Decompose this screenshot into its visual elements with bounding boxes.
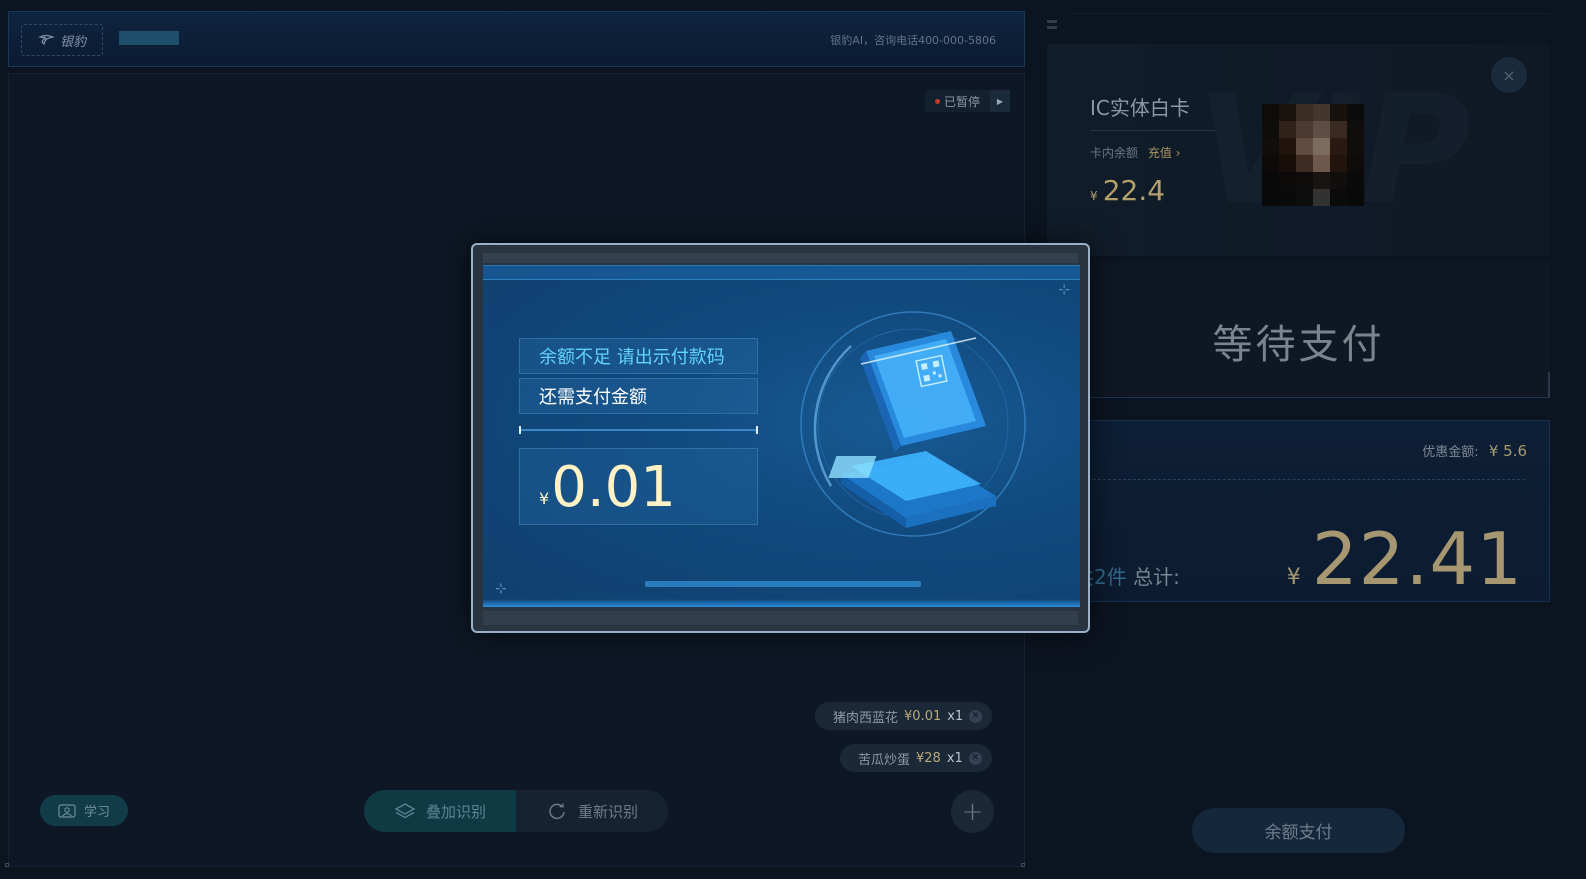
scrollbar[interactable] bbox=[1548, 372, 1550, 398]
corner-mark-icon: ⊹ bbox=[1058, 282, 1070, 298]
close-card-button[interactable]: × bbox=[1491, 57, 1527, 93]
learn-icon bbox=[58, 803, 76, 818]
amount-due-value: 0.01 bbox=[551, 455, 676, 520]
leopard-logo-icon bbox=[38, 34, 55, 46]
scan-payment-code-icon bbox=[800, 311, 1026, 537]
plus-icon: + bbox=[961, 796, 984, 827]
currency-symbol: ¥ bbox=[539, 489, 550, 508]
dashed-divider bbox=[1088, 479, 1525, 480]
dialog-screen: ⊹ ⊹ 余额不足 请出示付款码 还需支付金额 ¥ 0.01 bbox=[483, 265, 1080, 607]
divider bbox=[1090, 130, 1216, 131]
card-balance-value: 22.4 bbox=[1102, 174, 1166, 207]
resize-handle-icon bbox=[5, 863, 9, 867]
re-recognize-button[interactable]: 重新识别 bbox=[516, 790, 668, 832]
screen-header-band bbox=[483, 266, 1080, 280]
card-balance: ¥ 22.4 bbox=[1090, 174, 1165, 207]
camera-status-badge[interactable]: 已暂停 ▶ bbox=[924, 90, 1010, 112]
balance-pay-button[interactable]: 余额支付 bbox=[1192, 808, 1405, 853]
member-card: VIP IC实体白卡 卡内余额 充值 › ¥ 22.4 bbox=[1047, 44, 1550, 256]
re-recognize-label: 重新识别 bbox=[577, 802, 638, 821]
avatar bbox=[1262, 104, 1364, 206]
detected-item-chip[interactable]: 苦瓜炒蛋 ¥28 x1 ✕ bbox=[840, 744, 992, 772]
order-total: ¥ 22.41 bbox=[1287, 517, 1523, 601]
detected-item-chip[interactable]: 猪肉西蓝花 ¥0.01 x1 ✕ bbox=[815, 702, 993, 730]
item-qty: x1 bbox=[947, 708, 964, 724]
order-total-value: 22.41 bbox=[1311, 517, 1523, 601]
brand-name: 银豹 bbox=[59, 34, 86, 50]
recognition-button-group: 叠加识别 重新识别 bbox=[364, 790, 668, 832]
discount-row: 优惠金额: ¥ 5.6 bbox=[1422, 441, 1527, 460]
card-balance-label: 卡内余额 充值 › bbox=[1090, 144, 1180, 161]
store-name-blurred bbox=[119, 31, 179, 45]
progress-bar bbox=[645, 581, 921, 587]
currency-symbol: ¥ bbox=[1286, 565, 1301, 590]
learn-button[interactable]: 学习 bbox=[40, 795, 128, 826]
menu-icon[interactable] bbox=[1047, 18, 1059, 34]
divider bbox=[519, 426, 758, 434]
overlay-recognize-button[interactable]: 叠加识别 bbox=[364, 790, 516, 832]
device-bezel bbox=[483, 253, 1078, 263]
topup-link[interactable]: 充值 › bbox=[1148, 146, 1181, 160]
item-price: ¥28 bbox=[916, 750, 941, 766]
play-icon[interactable]: ▶ bbox=[990, 90, 1010, 112]
discount-value: ¥ 5.6 bbox=[1488, 442, 1527, 460]
corner-mark-icon: ⊹ bbox=[495, 581, 507, 597]
total-label: 总计: bbox=[1133, 565, 1180, 589]
balance-label: 卡内余额 bbox=[1090, 146, 1139, 160]
card-title: IC实体白卡 bbox=[1090, 96, 1190, 120]
status-dot-icon bbox=[934, 98, 940, 104]
add-item-button[interactable]: + bbox=[951, 790, 994, 833]
device-bezel bbox=[483, 611, 1078, 625]
payment-status-text: 等待支付 bbox=[1212, 322, 1385, 368]
item-name: 猪肉西蓝花 bbox=[833, 710, 899, 726]
overlay-recognize-label: 叠加识别 bbox=[425, 802, 486, 821]
insufficient-balance-message: 余额不足 请出示付款码 bbox=[519, 338, 758, 374]
camera-status-text: 已暂停 bbox=[943, 94, 980, 109]
learn-label: 学习 bbox=[83, 805, 110, 820]
remove-item-icon[interactable]: ✕ bbox=[969, 709, 983, 723]
brand-logo: 银豹 bbox=[21, 24, 103, 56]
payment-status-box: 等待支付 bbox=[1047, 262, 1550, 398]
insufficient-balance-dialog: ⊹ ⊹ 余额不足 请出示付款码 还需支付金额 ¥ 0.01 bbox=[471, 243, 1090, 633]
currency-symbol: ¥ bbox=[1090, 189, 1098, 203]
top-bar: 银豹 银豹AI，咨询电话400-000-5806 bbox=[8, 11, 1025, 67]
divider bbox=[1070, 13, 1550, 14]
refresh-icon bbox=[549, 803, 565, 820]
resize-handle-icon bbox=[1021, 863, 1025, 867]
discount-label: 优惠金额: bbox=[1422, 445, 1479, 460]
item-name: 苦瓜炒蛋 bbox=[858, 752, 911, 768]
remove-item-icon[interactable]: ✕ bbox=[968, 751, 982, 765]
item-qty: x1 bbox=[946, 750, 963, 766]
amount-due-label: 还需支付金额 bbox=[519, 378, 758, 414]
layers-icon bbox=[394, 803, 416, 819]
close-icon: × bbox=[1502, 65, 1516, 85]
order-summary: 优惠金额: ¥ 5.6 共2件 总计: ¥ 22.41 bbox=[1047, 420, 1550, 602]
amount-due-box: ¥ 0.01 bbox=[519, 448, 758, 525]
item-price: ¥0.01 bbox=[904, 708, 942, 724]
hotline-text: 银豹AI，咨询电话400-000-5806 bbox=[830, 34, 996, 47]
screen-glow bbox=[483, 599, 1080, 607]
